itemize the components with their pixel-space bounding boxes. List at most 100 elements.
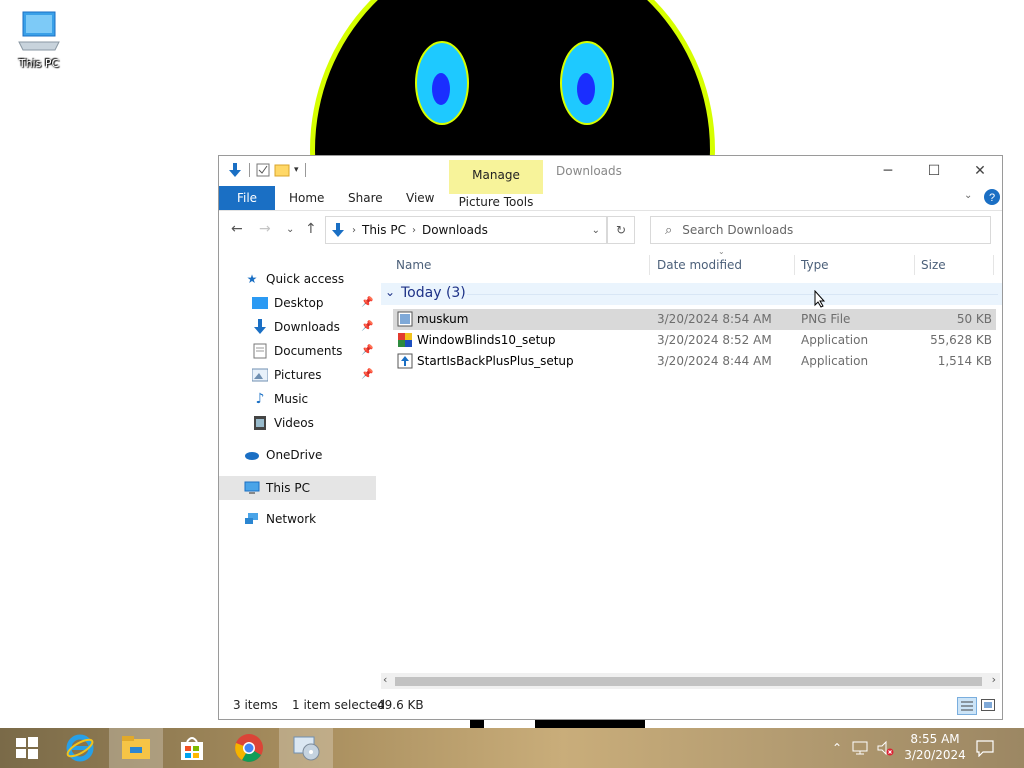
mouse-cursor-icon <box>814 290 826 308</box>
refresh-button[interactable]: ↻ <box>607 216 635 244</box>
nav-label: Videos <box>274 416 314 430</box>
png-file-icon <box>397 311 413 327</box>
nav-network[interactable]: Network <box>243 508 316 530</box>
up-arrow-icon[interactable]: ↑ <box>305 221 317 237</box>
quick-access-toolbar: ▾ <box>227 162 308 178</box>
chevron-up-icon[interactable]: ⌃ <box>832 741 842 755</box>
nav-quick-access[interactable]: ★ Quick access <box>243 268 345 290</box>
nav-downloads[interactable]: Downloads <box>251 316 340 338</box>
status-bar: 3 items 1 item selected 49.6 KB <box>219 693 1002 719</box>
wallpaper-eye-left <box>415 41 469 125</box>
explorer-window[interactable]: ▾ Manage Picture Tools Downloads ─ ☐ ✕ F… <box>218 155 1003 720</box>
pictures-icon <box>251 367 269 383</box>
maximize-button[interactable]: ☐ <box>911 156 957 186</box>
desktop-folder-icon <box>251 295 269 311</box>
nav-documents[interactable]: Documents <box>251 340 342 362</box>
recent-dropdown-icon[interactable]: ⌄ <box>286 224 294 235</box>
tab-home[interactable]: Home <box>289 186 324 210</box>
nav-onedrive[interactable]: OneDrive <box>243 444 322 466</box>
search-input[interactable]: Search Downloads <box>682 223 793 237</box>
taskbar-internet-explorer[interactable] <box>53 728 107 768</box>
taskbar: ⌃ 8:55 AM 3/20/2024 <box>0 728 1024 768</box>
address-bar[interactable]: › This PC › Downloads ⌄ <box>325 216 607 244</box>
clock[interactable]: 8:55 AM 3/20/2024 <box>895 731 975 763</box>
taskbar-chrome[interactable] <box>222 728 276 768</box>
breadcrumb-this-pc[interactable]: This PC <box>362 223 406 237</box>
tab-view[interactable]: View <box>406 186 434 210</box>
scrollbar-thumb[interactable] <box>395 677 982 686</box>
maximize-icon: ☐ <box>927 163 941 179</box>
column-header-date[interactable]: Date modified <box>657 251 742 279</box>
file-date: 3/20/2024 8:52 AM <box>657 333 772 347</box>
star-icon: ★ <box>246 272 258 286</box>
nav-label: This PC <box>266 481 310 495</box>
search-box[interactable]: ⌕ Search Downloads <box>650 216 991 244</box>
setup-app-icon <box>397 353 413 369</box>
volume-muted-icon[interactable] <box>876 740 894 756</box>
close-icon: ✕ <box>974 163 986 179</box>
computer-icon <box>18 11 60 51</box>
horizontal-scrollbar[interactable]: ‹ › <box>381 673 1000 689</box>
nav-label: Pictures <box>274 368 322 382</box>
qat-dropdown-icon[interactable]: ▾ <box>294 165 299 175</box>
tab-file[interactable]: File <box>219 186 275 210</box>
details-view-icon[interactable] <box>957 697 977 715</box>
scroll-left-icon[interactable]: ‹ <box>383 673 387 686</box>
taskbar-store[interactable] <box>165 728 219 768</box>
close-button[interactable]: ✕ <box>957 156 1003 186</box>
ribbon-expand-icon[interactable]: ⌄ <box>964 190 972 201</box>
title-bar[interactable]: ▾ Manage Picture Tools Downloads ─ ☐ ✕ <box>219 156 1003 218</box>
new-folder-icon[interactable] <box>274 163 290 177</box>
desktop-icon-this-pc[interactable]: This PC <box>8 10 70 70</box>
group-header-today[interactable]: ⌄ Today (3) <box>381 283 1002 305</box>
properties-icon[interactable] <box>256 163 270 177</box>
computer-icon <box>243 480 261 496</box>
minimize-button[interactable]: ─ <box>865 156 911 186</box>
clock-time: 8:55 AM <box>910 732 960 746</box>
setup-icon <box>293 736 320 761</box>
store-icon <box>181 737 203 760</box>
clock-date: 3/20/2024 <box>904 748 966 762</box>
taskbar-setup-app[interactable] <box>279 728 333 768</box>
nav-this-pc[interactable]: This PC <box>243 477 310 499</box>
scroll-right-icon[interactable]: › <box>992 673 996 686</box>
action-center-icon[interactable] <box>976 739 994 757</box>
nav-label: Downloads <box>274 320 340 334</box>
nav-desktop[interactable]: Desktop <box>251 292 324 314</box>
help-icon[interactable]: ? <box>984 189 1000 205</box>
column-header-name[interactable]: Name <box>396 251 431 279</box>
table-row[interactable]: muskum 3/20/2024 8:54 AM PNG File 50 KB <box>393 309 996 330</box>
download-arrow-icon[interactable] <box>227 162 243 178</box>
file-type: PNG File <box>801 312 851 326</box>
ribbon-tabs: File Home Share View ⌄ ? <box>219 186 1002 210</box>
column-header-type[interactable]: Type <box>801 251 829 279</box>
back-arrow-icon[interactable]: ← <box>231 221 243 237</box>
documents-icon <box>251 343 269 359</box>
nav-videos[interactable]: Videos <box>251 412 314 434</box>
network-status-icon[interactable] <box>852 740 870 756</box>
nav-music[interactable]: ♪ Music <box>251 388 309 410</box>
windowblinds-app-icon <box>398 333 412 347</box>
file-date: 3/20/2024 8:44 AM <box>657 354 772 368</box>
chevron-right-icon: › <box>411 224 416 236</box>
taskbar-file-explorer[interactable] <box>109 728 163 768</box>
breadcrumb-downloads[interactable]: Downloads <box>422 223 488 237</box>
file-date: 3/20/2024 8:54 AM <box>657 312 772 326</box>
large-icons-view-icon[interactable] <box>981 699 995 711</box>
internet-explorer-icon <box>66 734 94 762</box>
file-type: Application <box>801 354 869 368</box>
table-row[interactable]: WindowBlinds10_setup 3/20/2024 8:52 AM A… <box>393 330 996 351</box>
videos-icon <box>251 415 269 431</box>
file-list: Name Date modified ⌄ Type Size ⌄ Today (… <box>381 247 1002 691</box>
minimize-icon: ─ <box>883 163 893 179</box>
chevron-right-icon: › <box>352 224 356 236</box>
tab-share[interactable]: Share <box>348 186 383 210</box>
table-row[interactable]: StartIsBackPlusPlus_setup 3/20/2024 8:44… <box>393 351 996 372</box>
forward-arrow-icon[interactable]: → <box>259 221 271 237</box>
system-tray: ⌃ <box>832 728 894 768</box>
column-header-size[interactable]: Size <box>921 251 946 279</box>
address-dropdown-icon[interactable]: ⌄ <box>592 225 600 236</box>
start-button[interactable] <box>0 728 54 768</box>
nav-label: Network <box>266 512 317 526</box>
nav-pictures[interactable]: Pictures <box>251 364 322 386</box>
